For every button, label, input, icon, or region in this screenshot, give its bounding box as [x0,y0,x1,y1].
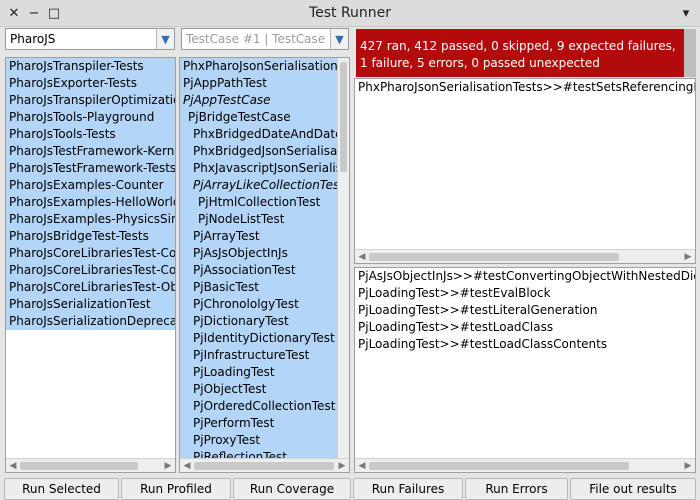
action-buttons: Run Selected Run Profiled Run Coverage R… [0,478,700,500]
package-list-item[interactable]: PharoJsExamples-Counter [6,177,175,194]
failures-list[interactable]: PhxPharoJsonSerialisationTests>>#testSet… [354,78,696,264]
class-list-item[interactable]: PjHtmlCollectionTest [180,194,337,211]
result-summary-text: 427 ran, 412 passed, 0 skipped, 9 expect… [360,39,676,70]
class-list-item[interactable]: PhxBridgedJsonSerialisationTest [180,143,337,160]
package-list-item[interactable]: PharoJsCoreLibrariesTest-Objects [6,279,175,296]
package-list-item[interactable]: PharoJsSerializationDeprecated-Tests [6,313,175,330]
class-list-item[interactable]: PjAssociationTest [180,262,337,279]
class-list-item[interactable]: PjArrayLikeCollectionTest [180,177,337,194]
package-list-item[interactable]: PharoJsExamples-HelloWorld [6,194,175,211]
class-list-item[interactable]: PhxBridgedDateAndDateAndTimeTest [180,126,337,143]
package-list-item[interactable]: PharoJsCoreLibrariesTest-Convert [6,262,175,279]
classes-horizontal-scrollbar[interactable]: ◀ ▶ [180,458,349,472]
class-list-item[interactable]: PjDictionaryTest [180,313,337,330]
file-out-results-button[interactable]: File out results [570,478,696,500]
class-list-item[interactable]: PjProxyTest [180,432,337,449]
classes-list[interactable]: PhxPharoJsonSerialisationTestsPjAppPathT… [179,57,350,473]
class-list-item[interactable]: PjPerformTest [180,415,337,432]
class-list-item[interactable]: PjNodeListTest [180,211,337,228]
packages-list[interactable]: PharoJsTranspiler-Tests PharoJsExporter-T… [5,57,176,473]
class-list-item[interactable]: PjAppTestCase [180,92,337,109]
package-list-item[interactable]: PharoJsSerializationTest [6,296,175,313]
scroll-left-icon[interactable]: ◀ [7,459,19,472]
packages-horizontal-scrollbar[interactable]: ◀ ▶ [6,458,175,472]
scroll-right-icon[interactable]: ▶ [162,459,174,472]
package-list-item[interactable]: PharoJsExamples-PhysicsSimulation [6,211,175,228]
class-list-item[interactable]: PjBasicTest [180,279,337,296]
scroll-left-icon[interactable]: ◀ [356,459,368,472]
result-scrollbar[interactable] [684,29,696,77]
error-list-item[interactable]: PjLoadingTest>>#testLoadClassContents [355,336,695,353]
packages-filter-dropdown[interactable]: PharoJS ▼ [5,28,175,50]
run-profiled-button[interactable]: Run Profiled [121,478,231,500]
chevron-down-icon[interactable]: ▼ [156,29,174,49]
classes-filter-placeholder: TestCase #1 | TestCase #2 [186,32,347,46]
class-list-item[interactable]: PhxJavascriptJsonSerialisationTest [180,160,337,177]
class-list-item[interactable]: PjOrderedCollectionTest [180,398,337,415]
packages-filter-value: PharoJS [10,32,56,46]
failures-horizontal-scrollbar[interactable]: ◀ ▶ [355,249,695,263]
class-list-item[interactable]: PjInfrastructureTest [180,347,337,364]
run-coverage-button[interactable]: Run Coverage [233,478,351,500]
classes-filter-dropdown[interactable]: TestCase #1 | TestCase #2 ▼ [181,28,349,50]
window-menu-icon[interactable]: ▾ [678,5,694,21]
package-list-item[interactable]: PharoJsTestFramework-Tests [6,160,175,177]
package-list-item[interactable]: PharoJsTestFramework-Kernel [6,143,175,160]
run-selected-button[interactable]: Run Selected [4,478,119,500]
chevron-down-icon[interactable]: ▼ [330,29,348,49]
scroll-right-icon[interactable]: ▶ [336,459,348,472]
classes-vertical-scrollbar[interactable] [337,58,349,460]
error-list-item[interactable]: PjLoadingTest>>#testLoadClass [355,319,695,336]
error-list-item[interactable]: PjLoadingTest>>#testLiteralGeneration [355,302,695,319]
package-list-item[interactable]: PharoJsTranspiler-Tests [6,58,175,75]
errors-horizontal-scrollbar[interactable]: ◀ ▶ [355,458,695,472]
class-list-item[interactable]: PjChronololgyTest [180,296,337,313]
window-title: Test Runner [308,5,392,21]
package-list-item[interactable]: PharoJsCoreLibrariesTest-Collections [6,245,175,262]
package-list-item[interactable]: PharoJsTools-Playground [6,109,175,126]
title-bar: ✕ − □ Test Runner ▾ [0,0,700,27]
class-list-item[interactable]: PjAppPathTest [180,75,337,92]
scroll-left-icon[interactable]: ◀ [181,459,193,472]
package-list-item[interactable]: PharoJsBridgeTest-Tests [6,228,175,245]
package-list-item[interactable]: PharoJsTools-Tests [6,126,175,143]
failure-list-item[interactable]: PhxPharoJsonSerialisationTests>>#testSet… [355,79,695,96]
error-list-item[interactable]: PjLoadingTest>>#testEvalBlock [355,285,695,302]
scroll-right-icon[interactable]: ▶ [682,250,694,263]
class-list-item[interactable]: PjAsJsObjectInJs [180,245,337,262]
run-failures-button[interactable]: Run Failures [353,478,463,500]
class-list-item[interactable]: PjObjectTest [180,381,337,398]
class-list-item[interactable]: PjIdentityDictionaryTest [180,330,337,347]
errors-list[interactable]: PjAsJsObjectInJs>>#testConvertingObjectW… [354,267,696,473]
class-list-item[interactable]: PjBridgeTestCase [180,109,337,126]
class-list-item[interactable]: PjArrayTest [180,228,337,245]
class-list-item[interactable]: PhxPharoJsonSerialisationTests [180,58,337,75]
class-list-item[interactable]: PjLoadingTest [180,364,337,381]
run-errors-button[interactable]: Run Errors [465,478,568,500]
scroll-left-icon[interactable]: ◀ [356,250,368,263]
package-list-item[interactable]: PharoJsTranspilerOptimization-Tests [6,92,175,109]
test-result-summary: 427 ran, 412 passed, 0 skipped, 9 expect… [356,29,696,77]
error-list-item[interactable]: PjAsJsObjectInJs>>#testConvertingObjectW… [355,268,695,285]
scroll-right-icon[interactable]: ▶ [682,459,694,472]
package-list-item[interactable]: PharoJsExporter-Tests [6,75,175,92]
